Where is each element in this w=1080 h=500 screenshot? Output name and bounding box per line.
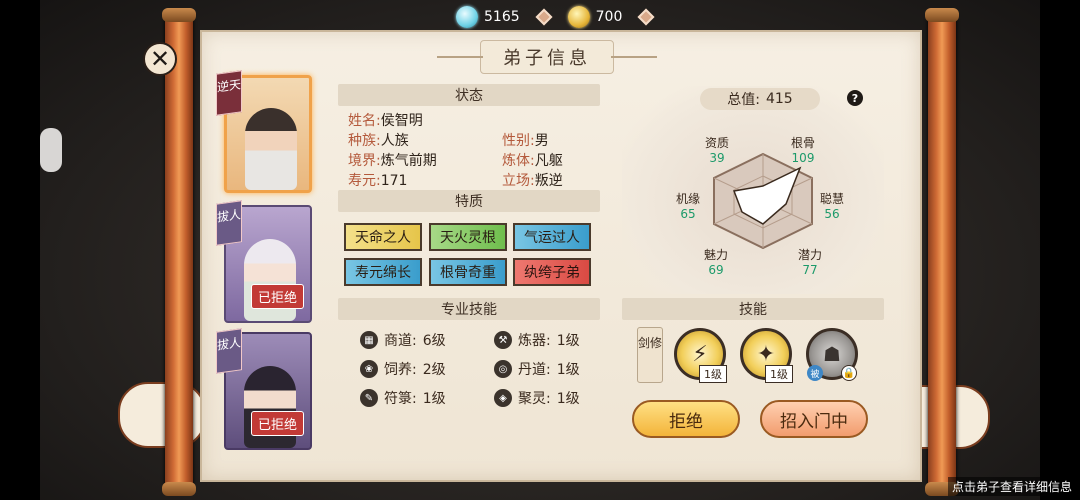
total-value-pill: 总值: 415: [700, 88, 820, 110]
scroll-roller-right: [925, 8, 959, 496]
breeding-icon: ❀: [360, 360, 378, 378]
forge-icon: ⚒: [494, 331, 512, 349]
talisman-icon: ✎: [360, 389, 378, 407]
rejected-stamp: 已拒绝: [250, 411, 304, 436]
trait-badge[interactable]: 天命之人: [344, 223, 422, 251]
merchant-icon: ▦: [360, 331, 378, 349]
skill-type-badge-icon: 被: [807, 365, 823, 381]
gender-value: 男: [534, 133, 549, 149]
stat-wisdom: 聪慧 56: [819, 192, 844, 221]
close-button[interactable]: ✕: [143, 42, 177, 76]
combat-skill-2[interactable]: ✦ 1级: [740, 328, 793, 383]
stance-row: 立场:叛逆: [502, 173, 563, 189]
rank-tag: 拔人: [216, 328, 242, 374]
stat-bone: 根骨 109: [790, 136, 815, 165]
jade-gem-icon: [456, 6, 478, 28]
gold-coin-icon: [567, 6, 590, 28]
trait-badge[interactable]: 气运过人: [513, 223, 591, 251]
life-row: 寿元:171: [348, 173, 408, 189]
total-label: 总值:: [727, 92, 760, 108]
stat-aptitude: 资质 39: [704, 136, 729, 165]
rejected-stamp: 已拒绝: [250, 284, 304, 309]
combat-skill-1[interactable]: ⚡ 1级: [674, 328, 727, 383]
profession-gather-spirit: ◈ 聚灵: 1级: [494, 388, 580, 408]
sword-cultivation-tag: 剑修: [637, 327, 663, 383]
trait-badge[interactable]: 天火灵根: [429, 223, 507, 251]
race-row: 种族:人族: [348, 133, 409, 149]
realm-value: 炼气前期: [380, 153, 437, 169]
trait-badge[interactable]: 纨绔子弟: [513, 258, 591, 286]
lock-icon: 🔒: [841, 365, 857, 381]
title-banner: 弟子信息: [437, 40, 657, 74]
skill-level-badge: 1级: [765, 365, 793, 383]
trait-badge[interactable]: 根骨奇重: [429, 258, 507, 286]
help-icon[interactable]: ?: [847, 90, 863, 106]
professions-header: 专业技能: [338, 298, 600, 320]
side-decoration: [40, 128, 62, 172]
disciple-figure: [245, 108, 297, 190]
profession-forge: ⚒ 炼器: 1级: [494, 330, 580, 350]
reject-button[interactable]: 拒绝: [632, 400, 740, 438]
currency-bar: 5165 700: [456, 4, 662, 30]
stat-potential: 潜力 77: [797, 248, 822, 277]
add-jade-icon[interactable]: [535, 8, 553, 26]
stat-charm: 魅力 69: [703, 248, 728, 277]
skill-level-badge: 1级: [699, 365, 727, 383]
jade-amount: 5165: [484, 9, 520, 25]
profession-talisman: ✎ 符箓: 1级: [360, 388, 446, 408]
gold-amount: 700: [595, 9, 623, 25]
status-header: 状态: [338, 84, 600, 106]
stance-value: 叛逆: [534, 173, 563, 189]
race-value: 人族: [380, 133, 409, 149]
total-value: 415: [765, 91, 793, 107]
profession-merchant: ▦ 商道: 6级: [360, 330, 446, 350]
scroll-roller-left: [162, 8, 196, 496]
add-gold-icon[interactable]: [637, 8, 655, 26]
profession-breeding: ❀ 饲养: 2级: [360, 359, 446, 379]
name-row: 姓名:侯智明: [348, 113, 423, 129]
life-value: 171: [380, 173, 408, 189]
sword-rain-icon: ✦: [756, 341, 776, 367]
skills-header: 技能: [622, 298, 884, 320]
traits-header: 特质: [338, 190, 600, 212]
combat-skill-3[interactable]: ☗ 被 🔒: [806, 328, 858, 381]
gather-spirit-icon: ◈: [494, 389, 512, 407]
realm-row: 境界:炼气前期: [348, 153, 437, 169]
rank-tag: 拔人: [216, 200, 242, 246]
close-icon: ✕: [149, 45, 171, 73]
profession-alchemy: ◎ 丹道: 1级: [494, 359, 580, 379]
meditation-figure-icon: ☗: [823, 342, 841, 366]
trait-badge[interactable]: 寿元绵长: [344, 258, 422, 286]
hint-text: 点击弟子查看详细信息: [947, 477, 1076, 496]
body-value: 凡躯: [534, 153, 563, 169]
recruit-button[interactable]: 招入门中: [760, 400, 868, 438]
lightning-sword-icon: ⚡: [692, 341, 708, 367]
stat-fortune: 机缘 65: [675, 192, 700, 221]
page-title: 弟子信息: [480, 40, 614, 74]
jade-currency: 5165: [456, 6, 520, 28]
rank-tag: 逆天: [216, 70, 242, 116]
body-row: 炼体:凡躯: [502, 153, 563, 169]
alchemy-icon: ◎: [494, 360, 512, 378]
name-value: 侯智明: [380, 113, 423, 129]
gender-row: 性别:男: [502, 133, 549, 149]
gold-currency: 700: [567, 6, 623, 28]
